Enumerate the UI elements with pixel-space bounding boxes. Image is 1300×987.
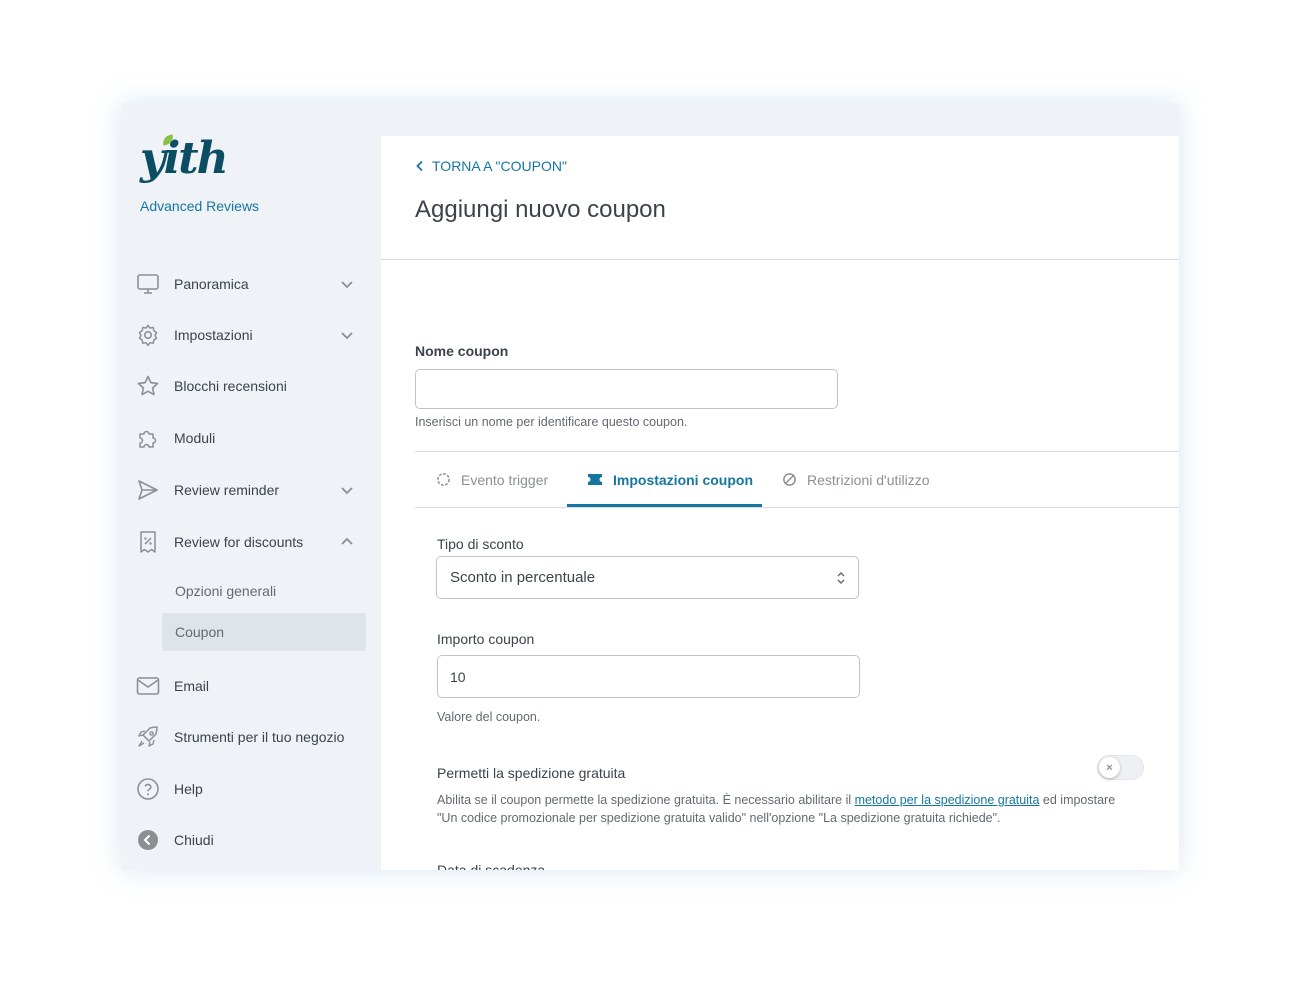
close-arrow-icon <box>135 827 161 853</box>
tab-impostazioni-coupon[interactable]: Impostazioni coupon <box>587 452 753 507</box>
sidebar: yith Advanced Reviews Panoramica Imposta… <box>121 103 381 870</box>
help-circle-icon <box>135 776 161 802</box>
free-shipping-label: Permetti la spedizione gratuita <box>437 765 626 781</box>
circle-dashed-icon <box>437 473 450 486</box>
discount-tag-icon <box>135 529 161 555</box>
tab-evento-trigger[interactable]: Evento trigger <box>436 452 548 507</box>
back-link[interactable]: TORNA A "COUPON" <box>415 158 567 174</box>
sidebar-item-label: Impostazioni <box>174 327 253 343</box>
select-arrows-icon <box>837 572 845 584</box>
puzzle-icon <box>135 425 161 451</box>
discount-type-select[interactable]: Sconto in percentuale <box>436 556 859 599</box>
discount-type-label: Tipo di sconto <box>437 536 524 552</box>
coupon-name-label: Nome coupon <box>415 343 509 359</box>
brand-subtitle: Advanced Reviews <box>140 198 260 214</box>
close-icon: × <box>1106 761 1113 774</box>
coupon-name-help: Inserisci un nome per identificare quest… <box>415 415 688 429</box>
sidebar-item-label: Review for discounts <box>174 534 304 550</box>
sidebar-item-label: Panoramica <box>174 276 249 292</box>
sidebar-item-help[interactable]: Help <box>135 774 355 804</box>
sidebar-item-label: Strumenti per il tuo negozio <box>174 729 345 745</box>
toggle-knob: × <box>1099 757 1120 778</box>
main-panel: TORNA A "COUPON" Aggiungi nuovo coupon N… <box>381 136 1179 870</box>
free-shipping-toggle[interactable]: × <box>1097 755 1144 780</box>
back-link-label: TORNA A "COUPON" <box>432 158 567 174</box>
rocket-icon <box>135 724 161 750</box>
coupon-amount-input[interactable] <box>437 655 860 698</box>
chevron-down-icon[interactable] <box>339 482 355 498</box>
tabs-divider <box>415 507 1179 508</box>
sidebar-item-review-reminder[interactable]: Review reminder <box>135 475 355 505</box>
tab-label: Evento trigger <box>461 471 549 488</box>
tab-label: Impostazioni coupon <box>613 471 753 488</box>
ticket-icon <box>588 474 602 485</box>
sidebar-item-label: Review reminder <box>174 482 280 498</box>
coupon-name-input[interactable] <box>415 369 838 409</box>
gear-icon <box>135 322 161 348</box>
tab-restrizioni-utilizzo[interactable]: Restrizioni d'utilizzo <box>782 452 930 507</box>
sidebar-item-label: Moduli <box>174 430 216 446</box>
chevron-down-icon[interactable] <box>339 327 355 343</box>
monitor-icon <box>135 271 161 297</box>
star-icon <box>135 373 161 399</box>
coupon-amount-label: Importo coupon <box>437 631 535 647</box>
send-icon <box>135 477 161 503</box>
page-title: Aggiungi nuovo coupon <box>415 196 666 223</box>
sidebar-subitem-coupon[interactable]: Coupon <box>162 613 366 651</box>
chevron-up-icon[interactable] <box>339 534 355 550</box>
description-text: Abilita se il coupon permette la spedizi… <box>437 793 855 807</box>
brand-logo: yith <box>140 133 229 184</box>
free-shipping-description: Abilita se il coupon permette la spedizi… <box>437 791 1137 827</box>
sidebar-item-strumenti[interactable]: Strumenti per il tuo negozio <box>135 722 355 752</box>
sidebar-item-label: Blocchi recensioni <box>174 378 287 394</box>
sidebar-item-impostazioni[interactable]: Impostazioni <box>135 320 355 350</box>
sidebar-item-label: Email <box>174 678 210 694</box>
ban-icon <box>783 473 796 486</box>
chevron-left-icon <box>416 160 423 172</box>
sidebar-item-review-for-discounts[interactable]: Review for discounts <box>135 527 355 557</box>
coupon-amount-help: Valore del coupon. <box>437 710 541 724</box>
sidebar-item-moduli[interactable]: Moduli <box>135 423 355 453</box>
sidebar-item-chiudi[interactable]: Chiudi <box>135 825 355 855</box>
chevron-down-icon[interactable] <box>339 276 355 292</box>
envelope-icon <box>135 673 161 699</box>
sidebar-item-blocchi-recensioni[interactable]: Blocchi recensioni <box>135 371 355 401</box>
next-field-label: Data di scadenza <box>437 862 546 870</box>
header-divider <box>381 259 1179 260</box>
sidebar-item-panoramica[interactable]: Panoramica <box>135 269 355 299</box>
app-window: yith Advanced Reviews Panoramica Imposta… <box>121 103 1179 870</box>
sidebar-item-email[interactable]: Email <box>135 671 355 701</box>
sidebar-subitem-opzioni-generali[interactable]: Opzioni generali <box>162 572 366 610</box>
sidebar-item-label: Chiudi <box>174 832 214 848</box>
sidebar-item-label: Help <box>174 781 203 797</box>
discount-type-value: Sconto in percentuale <box>450 569 596 586</box>
free-shipping-method-link[interactable]: metodo per la spedizione gratuita <box>855 793 1040 807</box>
tab-label: Restrizioni d'utilizzo <box>807 471 930 488</box>
